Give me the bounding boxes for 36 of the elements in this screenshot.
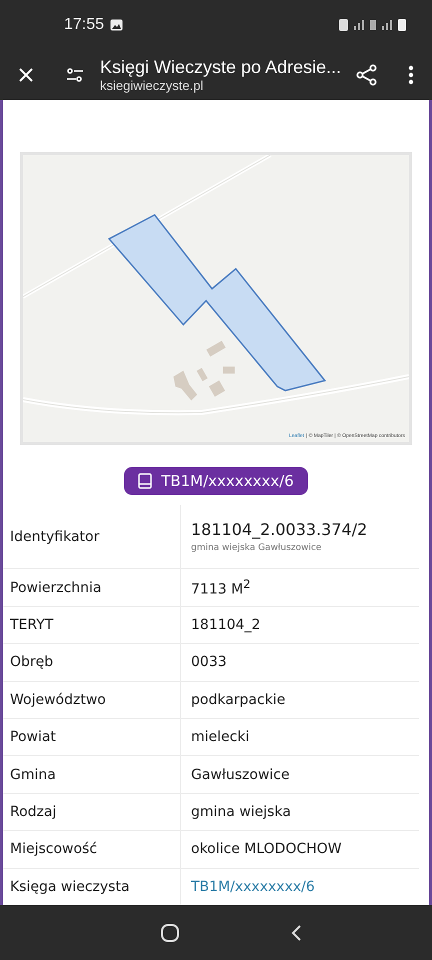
row-value: mielecki bbox=[191, 729, 250, 746]
row-value: okolice MLODOCHOW bbox=[191, 841, 342, 858]
share-icon[interactable] bbox=[356, 64, 378, 86]
row-label: Powiat bbox=[10, 729, 56, 746]
settings-icon[interactable] bbox=[66, 68, 84, 82]
row-value: 0033 bbox=[191, 654, 227, 670]
home-icon[interactable] bbox=[160, 922, 180, 942]
row-label: Identyfikator bbox=[10, 528, 100, 545]
page-url: ksiegiwieczyste.pl bbox=[100, 78, 204, 93]
row-label: Województwo bbox=[10, 692, 106, 708]
row-label: Księga wieczysta bbox=[10, 878, 130, 895]
image-icon bbox=[110, 19, 124, 31]
row-note: gmina wiejska Gawłuszowice bbox=[191, 543, 322, 554]
row-value: Gawłuszowice bbox=[191, 766, 290, 783]
book-icon bbox=[138, 473, 152, 490]
row-value: 181104_2 bbox=[191, 617, 260, 634]
row-label: Obręb bbox=[10, 654, 54, 670]
more-icon[interactable] bbox=[408, 65, 414, 85]
row-label: Miejscowość bbox=[10, 841, 98, 858]
signal-icon bbox=[382, 20, 392, 30]
back-icon[interactable] bbox=[290, 924, 302, 942]
close-icon[interactable] bbox=[18, 67, 34, 83]
row-value: 181104_2.0033.374/2 bbox=[191, 520, 368, 540]
row-value: gmina wiejska bbox=[191, 804, 291, 820]
land-register-link[interactable]: TB1M/xxxxxxxx/6 bbox=[191, 878, 315, 895]
row-label: Gmina bbox=[10, 766, 56, 783]
row-label: Powierzchnia bbox=[10, 580, 102, 596]
signal-icon bbox=[354, 20, 364, 30]
land-register-button[interactable]: TB1M/xxxxxxxx/6 bbox=[124, 467, 308, 496]
battery-icon bbox=[398, 19, 406, 31]
page-title: Księgi Wieczyste po Adresie... bbox=[100, 57, 342, 78]
status-time: 17:55 bbox=[64, 16, 104, 34]
row-label: Rodzaj bbox=[10, 804, 56, 820]
row-value: 7113 M$^{2}$ bbox=[191, 577, 251, 598]
row-label: TERYT bbox=[10, 617, 54, 634]
row-value: podkarpackie bbox=[191, 692, 286, 708]
